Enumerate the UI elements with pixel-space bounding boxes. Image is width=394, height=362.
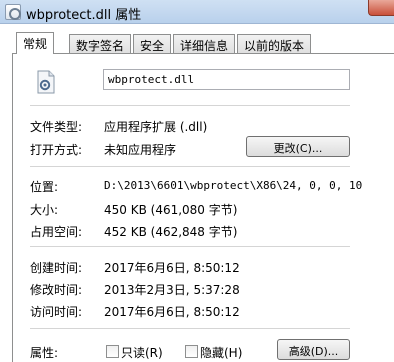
size-on-disk-value: 452 KB (462,848 字节) <box>104 225 238 239</box>
readonly-checkbox[interactable] <box>106 345 119 358</box>
open-with-label: 打开方式: <box>30 143 83 157</box>
modified-value: 2013年2月3日, 5:37:28 <box>104 283 240 297</box>
divider <box>30 105 350 106</box>
size-value: 450 KB (461,080 字节) <box>104 203 238 217</box>
tab-security[interactable]: 安全 <box>133 34 172 53</box>
close-button[interactable] <box>368 0 394 16</box>
tab-general[interactable]: 常规 <box>16 32 55 54</box>
title-bar: wbprotect.dll 属性 <box>0 0 394 24</box>
tab-previous-versions[interactable]: 以前的版本 <box>237 34 312 53</box>
tab-digital-signatures[interactable]: 数字签名 <box>69 34 132 53</box>
tab-details[interactable]: 详细信息 <box>173 34 236 53</box>
accessed-label: 访问时间: <box>30 305 83 319</box>
size-label: 大小: <box>30 203 59 217</box>
created-value: 2017年6月6日, 8:50:12 <box>104 261 240 275</box>
change-button[interactable]: 更改(C)... <box>246 136 350 157</box>
size-on-disk-label: 占用空间: <box>30 225 83 239</box>
accessed-value: 2017年6月6日, 8:50:12 <box>104 305 240 319</box>
modified-label: 修改时间: <box>30 283 83 297</box>
divider <box>30 328 350 329</box>
file-properties-icon <box>5 4 21 20</box>
hidden-checkbox[interactable] <box>185 345 198 358</box>
hidden-label: 隐藏(H) <box>200 346 243 360</box>
file-type-value: 应用程序扩展 (.dll) <box>104 120 208 134</box>
created-label: 创建时间: <box>30 261 83 275</box>
advanced-button[interactable]: 高级(D)... <box>277 339 350 360</box>
window-title: wbprotect.dll 属性 <box>26 8 142 23</box>
file-type-label: 文件类型: <box>30 120 83 134</box>
divider <box>30 246 350 247</box>
readonly-label: 只读(R) <box>121 346 163 360</box>
open-with-value: 未知应用程序 <box>104 143 177 157</box>
location-value: D:\2013\6601\wbprotect\X86\24, 0, 0, 10 <box>104 179 363 192</box>
location-label: 位置: <box>30 180 59 194</box>
dll-file-icon <box>37 70 55 94</box>
filename-field[interactable]: wbprotect.dll <box>103 69 350 90</box>
divider <box>30 166 350 167</box>
attributes-label: 属性: <box>30 346 59 360</box>
